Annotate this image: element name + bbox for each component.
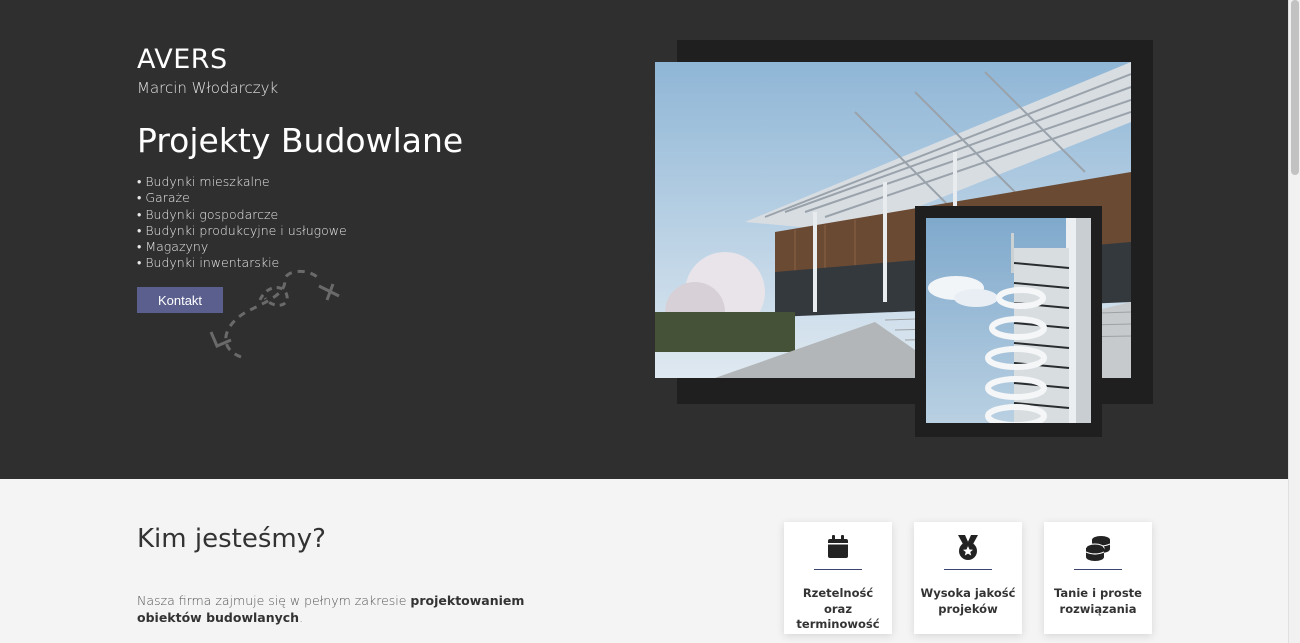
card-divider — [1074, 569, 1122, 570]
coins-icon — [1044, 535, 1152, 561]
hero-title: Projekty Budowlane — [137, 121, 464, 160]
about-text-suffix: . — [299, 610, 304, 625]
services-list: Budynki mieszkalne Garaże Budynki gospod… — [137, 174, 347, 272]
page-scrollbar[interactable] — [1288, 0, 1300, 643]
card-divider — [814, 569, 862, 570]
service-item: Garaże — [137, 190, 347, 206]
service-item: Budynki produkcyjne i usługowe — [137, 223, 346, 239]
feature-label: Rzetelność oraz terminowość — [796, 586, 880, 631]
medal-icon — [914, 535, 1022, 561]
service-item: Magazyny — [137, 239, 347, 255]
about-heading: Kim jesteśmy? — [137, 524, 326, 554]
feature-card-reliability: Rzetelność oraz terminowość — [784, 522, 892, 634]
feature-card-quality: Wysoka jakość projeków — [914, 522, 1022, 634]
calendar-icon — [784, 535, 892, 561]
about-text: Nasza firma zajmuje się w pełnym zakresi… — [137, 592, 537, 626]
service-item: Budynki gospodarcze — [137, 207, 347, 223]
owner-name: Marcin Włodarczyk — [137, 79, 279, 97]
feature-label: Wysoka jakość projeków — [920, 586, 1016, 616]
brand-name: AVERS — [137, 44, 228, 75]
hero-section: AVERS Marcin Włodarczyk Projekty Budowla… — [0, 0, 1288, 479]
tower-photo — [926, 218, 1091, 423]
feature-label: Tanie i proste rozwiązania — [1054, 586, 1142, 616]
service-item: Budynki mieszkalne — [137, 174, 347, 190]
card-divider — [944, 569, 992, 570]
scrollbar-thumb[interactable] — [1291, 0, 1299, 175]
dashed-arrow-doodle — [209, 269, 340, 359]
about-text-prefix: Nasza firma zajmuje się w pełnym zakresi… — [137, 593, 411, 608]
feature-card-price: Tanie i proste rozwiązania — [1044, 522, 1152, 634]
